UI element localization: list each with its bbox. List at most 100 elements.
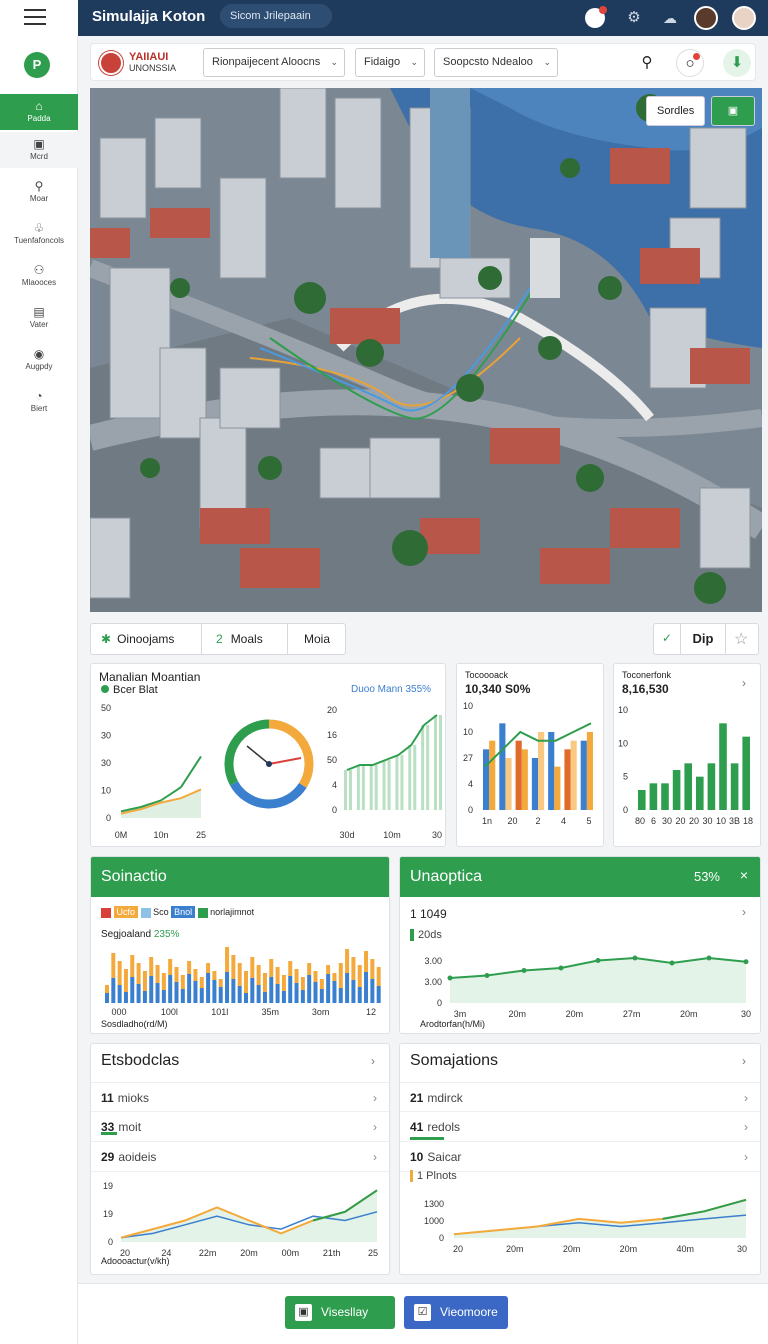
location-icon[interactable]: ⬇ [723,49,751,77]
card-value: 8,16,530 [622,682,669,696]
list-item[interactable]: 41 redols › [400,1112,760,1142]
bar [193,969,198,981]
app-logo[interactable]: P [24,52,50,78]
x-axis-label: Adoooactur(v/kh) [101,1256,170,1266]
somajations-card: Somajations › 21 mdirck › 41 redols › 10 Saic… [399,1043,761,1275]
bar [730,763,739,810]
y-tick-label: 10 [618,738,628,748]
chevron-right-icon[interactable]: › [742,905,746,919]
y-tick-label: 0 [439,1233,444,1243]
list-item[interactable]: 29 aoideis › [91,1142,389,1172]
bar [370,979,375,1003]
row-indicator [101,1132,117,1135]
legend-row: Ucfo Sco Bnol norlajimnot [101,906,255,918]
tab-oinoojams[interactable]: ✱ Oinoojams [101,624,174,654]
search-icon[interactable]: ⚲ [633,49,661,77]
city-map[interactable]: Sordles ▣ [90,88,762,612]
list-icon: ▤ [33,305,45,319]
y-tick-label: 30 [101,731,111,741]
profile-avatar[interactable] [732,6,756,30]
toolbar: YAIIAUI UNONSSIA Rionpaijecent Aloocns ⌄ … [90,43,756,81]
target-icon: ◉ [33,347,45,361]
area-fill [450,958,746,1003]
tab-moia[interactable]: Moia [287,624,345,654]
card-icon: ▣ [33,137,45,151]
bar [161,973,166,990]
star-outline-icon[interactable]: ☆ [734,629,748,649]
settings-icon[interactable]: ⚙ [622,6,646,30]
gauge-needle [246,745,270,765]
data-point [743,959,749,965]
bar [136,984,141,1003]
sidebar-item-mcrd[interactable]: ▣ Mcrd [0,132,78,168]
bar [130,955,135,977]
cloud-icon[interactable]: ☁ [658,6,682,30]
notification-icon[interactable] [585,6,607,28]
list-item[interactable]: 33 moit › [91,1112,389,1142]
vieomore-button[interactable]: ☑ Vieomoore [404,1296,508,1329]
sidebar-item-augpdy[interactable]: ◉ Augpdy [0,342,78,378]
list-item[interactable]: 11 mioks › [91,1082,389,1112]
gauge-slice [268,719,314,788]
y-tick-label: 0 [623,805,628,815]
scope-dropdown[interactable]: Soopcsto Ndealoo ⌄ [434,48,558,77]
bar [244,993,248,1003]
menu-icon[interactable] [24,9,46,25]
sidebar-item-moar[interactable]: ⚲ Moar [0,174,78,210]
visualize-button[interactable]: ▣ Visesllay [285,1296,395,1329]
sidebar-item-mlaooces[interactable]: ⚇ Mlaooces [0,258,78,294]
chart-line-4: 1300 1000 0 20 20m 20m 20m 40m 30 [424,1198,747,1254]
bar [117,985,122,1003]
x-tick-label: 30 [702,816,712,826]
check-icon[interactable]: ✓ [662,631,672,645]
region-dropdown[interactable]: Rionpaijecent Aloocns ⌄ [203,48,345,77]
bar [161,990,166,1003]
avatar[interactable] [694,6,718,30]
chevron-right-icon[interactable]: › [742,1054,746,1068]
row-number: 41 [410,1120,424,1134]
sidebar-item-biert[interactable]: ◔ Biert [0,384,78,420]
legend-label: 20ds [418,929,442,941]
dip-button[interactable]: Dip [680,624,726,654]
chart-area-1: 20 16 50 4 0 30d 10m 30 [327,705,442,840]
search-input[interactable]: Sicom Jrilepaain [220,4,332,28]
x-tick-label: 3om [312,1007,330,1017]
legend-label: norlajimnot [210,907,255,917]
bar [313,971,318,982]
card-header: Soinactio [91,857,389,897]
bar [193,981,198,1003]
legend-dot [101,685,109,693]
tab-moals[interactable]: 2 Moals [201,624,287,654]
bar [288,976,293,1003]
alert-icon[interactable]: ○ [676,49,704,77]
chevron-right-icon[interactable]: › [371,1054,375,1068]
chevron-right-icon[interactable]: › [742,676,746,690]
x-tick-label: 0M [115,830,128,840]
gauge-chart [224,719,314,809]
map-export-icon[interactable]: ▣ [711,96,755,126]
bar [364,972,369,1003]
sidebar-item-label: Augpdy [25,362,53,371]
bar [218,979,223,987]
sidebar-item-padda[interactable]: ⌂ Padda [0,94,78,130]
filter-dropdown[interactable]: Fidaigo ⌄ [355,48,425,77]
bar [586,732,593,810]
tab-label: Oinoojams [117,632,175,646]
bar [155,965,160,983]
sidebar-item-tuenfafoncols[interactable]: ♧ Tuenfafoncols [0,216,78,252]
legend-label: Sco [153,907,169,917]
list-item[interactable]: 10 Saicar › [400,1142,760,1172]
list-item[interactable]: 21 mdirck › [400,1082,760,1112]
subtitle-text: Segjoaland [101,929,152,940]
brand[interactable]: YAIIAUI UNONSSIA [99,49,195,77]
map-layers-button[interactable]: Sordles [646,96,706,126]
dropdown-value: Fidaigo [364,56,401,68]
bar [237,986,242,1003]
chevron-right-icon: › [373,1091,377,1105]
data-point [595,958,601,963]
bar [554,766,561,810]
card-title: Toconerfonk [622,670,672,680]
close-icon[interactable]: × [740,867,748,883]
sidebar-item-vater[interactable]: ▤ Vater [0,300,78,336]
bar [307,975,312,1003]
